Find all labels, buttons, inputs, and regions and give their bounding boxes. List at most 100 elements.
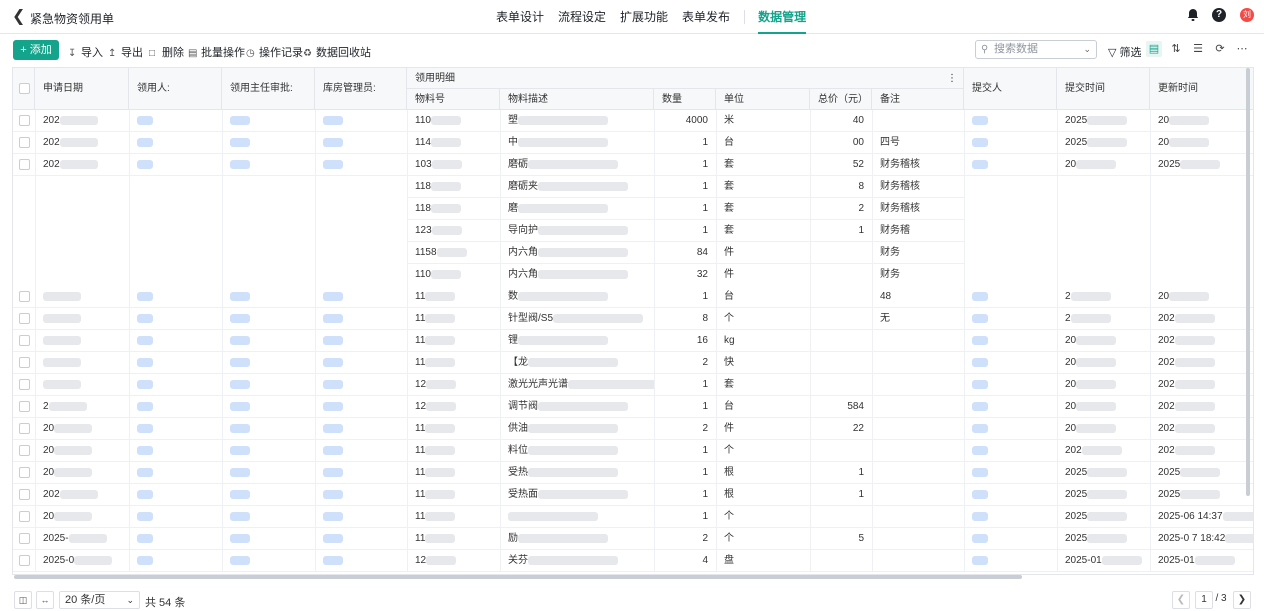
fit-columns-icon[interactable]: ◫ bbox=[14, 591, 32, 609]
vertical-scrollbar[interactable] bbox=[1246, 68, 1250, 496]
table-row[interactable]: 12 激光光声光谱 1 套 20 202 bbox=[13, 374, 1253, 396]
row-checkbox[interactable] bbox=[19, 313, 30, 324]
redacted-person[interactable] bbox=[323, 314, 343, 323]
redacted-person[interactable] bbox=[323, 116, 343, 125]
table-row[interactable]: 11 【龙 2 快 20 202 bbox=[13, 352, 1253, 374]
redacted-person[interactable] bbox=[137, 336, 153, 345]
redacted-person[interactable] bbox=[230, 358, 250, 367]
redacted-person[interactable] bbox=[323, 490, 343, 499]
table-row[interactable]: 20 11 供油 2 件 22 20 202 bbox=[13, 418, 1253, 440]
redacted-person[interactable] bbox=[230, 160, 250, 169]
header-select-all[interactable] bbox=[13, 68, 35, 110]
nav-extensions[interactable]: 扩展功能 bbox=[620, 0, 668, 34]
table-row[interactable]: 20 11 1 个 2025 2025-06 14:37 bbox=[13, 506, 1253, 528]
table-row[interactable]: 202 103 磨砺 1 套 52 财务稽核 20 2025 bbox=[13, 154, 1253, 176]
redacted-person[interactable] bbox=[137, 402, 153, 411]
redacted-person[interactable] bbox=[137, 138, 153, 147]
expand-columns-icon[interactable]: ↔ bbox=[36, 591, 54, 609]
import-button[interactable]: ↧ 导入 bbox=[68, 44, 103, 60]
redacted-submitter[interactable] bbox=[972, 160, 988, 169]
table-row[interactable]: 118 磨 1 套 2 财务稽核 bbox=[13, 198, 1253, 220]
redacted-person[interactable] bbox=[137, 446, 153, 455]
redacted-person[interactable] bbox=[230, 314, 250, 323]
redacted-submitter[interactable] bbox=[972, 534, 988, 543]
table-row[interactable]: 2 12 调节阀 1 台 584 20 202 bbox=[13, 396, 1253, 418]
col-apply-date[interactable]: 申请日期 bbox=[35, 68, 129, 110]
col-qty[interactable]: 数量 bbox=[654, 89, 716, 110]
redacted-person[interactable] bbox=[137, 292, 153, 301]
delete-button[interactable]: □ 删除 bbox=[149, 44, 184, 60]
redacted-person[interactable] bbox=[323, 402, 343, 411]
col-total[interactable]: 总价（元） bbox=[810, 89, 872, 110]
redacted-submitter[interactable] bbox=[972, 512, 988, 521]
prev-page-button[interactable]: ❮ bbox=[1172, 591, 1190, 609]
select-all-checkbox[interactable] bbox=[19, 83, 30, 94]
batch-button[interactable]: ▤ 批量操作 bbox=[188, 44, 245, 60]
row-checkbox[interactable] bbox=[19, 555, 30, 566]
filter-button[interactable]: ▽ 筛选 bbox=[1108, 44, 1142, 60]
redacted-person[interactable] bbox=[137, 424, 153, 433]
redacted-submitter[interactable] bbox=[972, 336, 988, 345]
table-row[interactable]: 11 针型阀/S5 8 个 无 2 202 bbox=[13, 308, 1253, 330]
col-submit-time[interactable]: 提交时间 bbox=[1057, 68, 1150, 110]
redacted-person[interactable] bbox=[323, 336, 343, 345]
redacted-person[interactable] bbox=[137, 556, 153, 565]
back-icon[interactable]: ❮ bbox=[12, 9, 28, 25]
row-checkbox[interactable] bbox=[19, 445, 30, 456]
nav-flow-settings[interactable]: 流程设定 bbox=[558, 0, 606, 34]
col-unit[interactable]: 单位 bbox=[716, 89, 810, 110]
col-submitter[interactable]: 提交人 bbox=[964, 68, 1057, 110]
table-row[interactable]: 123 导向护 1 套 1 财务稽 bbox=[13, 220, 1253, 242]
redacted-submitter[interactable] bbox=[972, 402, 988, 411]
redacted-submitter[interactable] bbox=[972, 358, 988, 367]
recycle-button[interactable]: ♻ 数据回收站 bbox=[303, 44, 371, 60]
table-row[interactable]: 20 11 受热 1 根 1 2025 2025 bbox=[13, 462, 1253, 484]
row-checkbox[interactable] bbox=[19, 291, 30, 302]
redacted-person[interactable] bbox=[323, 424, 343, 433]
redacted-submitter[interactable] bbox=[972, 490, 988, 499]
redacted-person[interactable] bbox=[323, 446, 343, 455]
redacted-submitter[interactable] bbox=[972, 556, 988, 565]
redacted-person[interactable] bbox=[137, 512, 153, 521]
nav-data-management[interactable]: 数据管理 bbox=[758, 0, 807, 34]
redacted-person[interactable] bbox=[323, 380, 343, 389]
table-row[interactable]: 202 114 中 1 台 00 四号 2025 20 bbox=[13, 132, 1253, 154]
redacted-person[interactable] bbox=[323, 358, 343, 367]
more-vertical-icon[interactable]: ⋮ bbox=[947, 68, 957, 89]
table-row[interactable]: 20 11 料位 1 个 202 202 bbox=[13, 440, 1253, 462]
redacted-person[interactable] bbox=[137, 160, 153, 169]
row-checkbox[interactable] bbox=[19, 423, 30, 434]
col-keeper[interactable]: 库房管理员: bbox=[315, 68, 407, 110]
row-height-icon[interactable]: ▤ bbox=[1146, 41, 1162, 57]
redacted-person[interactable] bbox=[323, 534, 343, 543]
redacted-person[interactable] bbox=[137, 358, 153, 367]
redacted-person[interactable] bbox=[230, 336, 250, 345]
redacted-person[interactable] bbox=[230, 424, 250, 433]
col-code[interactable]: 物料号 bbox=[407, 89, 500, 110]
redacted-person[interactable] bbox=[230, 446, 250, 455]
redacted-person[interactable] bbox=[323, 468, 343, 477]
help-icon[interactable]: ? bbox=[1212, 8, 1226, 22]
redacted-submitter[interactable] bbox=[972, 446, 988, 455]
column-settings-icon[interactable]: ☰ bbox=[1190, 41, 1206, 57]
redacted-person[interactable] bbox=[230, 534, 250, 543]
redacted-person[interactable] bbox=[230, 292, 250, 301]
table-row[interactable]: 2025-0 12 关芬 4 盘 2025-01 2025-01 bbox=[13, 550, 1253, 572]
redacted-submitter[interactable] bbox=[972, 292, 988, 301]
table-row[interactable]: 202 110 塑 4000 米 40 2025 20 bbox=[13, 110, 1253, 132]
redacted-submitter[interactable] bbox=[972, 424, 988, 433]
table-row[interactable]: 202 11 受热面 1 根 1 2025 2025 bbox=[13, 484, 1253, 506]
col-director[interactable]: 领用主任审批: bbox=[222, 68, 315, 110]
row-checkbox[interactable] bbox=[19, 489, 30, 500]
next-page-button[interactable]: ❯ bbox=[1233, 591, 1251, 609]
redacted-submitter[interactable] bbox=[972, 468, 988, 477]
page-size-select[interactable]: 20 条/页 ⌄ bbox=[59, 591, 140, 609]
redacted-person[interactable] bbox=[230, 468, 250, 477]
add-button[interactable]: + 添加 bbox=[13, 40, 59, 60]
export-button[interactable]: ↥ 导出 bbox=[108, 44, 143, 60]
table-row[interactable]: 118 磨砺夹 1 套 8 财务稽核 bbox=[13, 176, 1253, 198]
redacted-person[interactable] bbox=[230, 402, 250, 411]
nav-form-design[interactable]: 表单设计 bbox=[496, 0, 544, 34]
redacted-person[interactable] bbox=[137, 534, 153, 543]
log-button[interactable]: ◷ 操作记录 bbox=[246, 44, 303, 60]
